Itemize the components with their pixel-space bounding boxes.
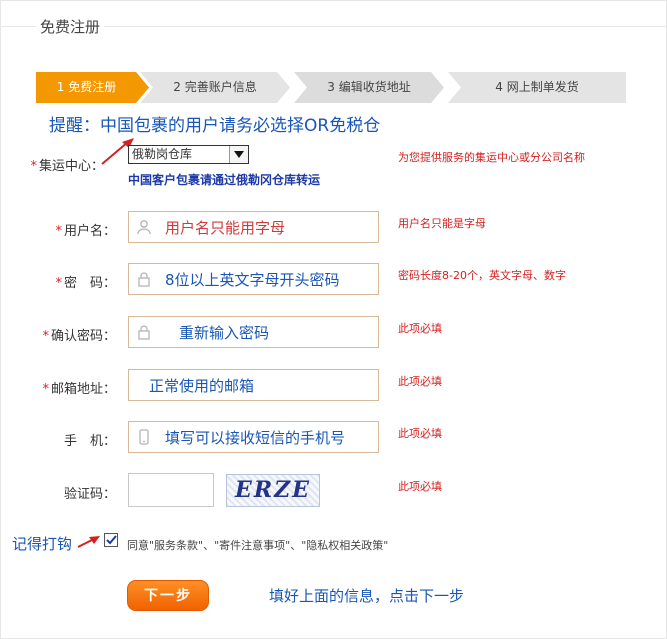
captcha-label: 验证码：: [63, 487, 116, 502]
step-1-register: 1 免费注册: [36, 72, 149, 103]
confirm-password-input[interactable]: 重新输入密码: [128, 316, 379, 348]
username-hint: 用户名只能是字母: [398, 217, 486, 230]
email-label: * 邮箱地址：: [42, 382, 116, 397]
lock-icon: [135, 323, 153, 341]
password-label: * 密 码：: [55, 276, 116, 291]
agree-checkbox[interactable]: [104, 533, 118, 547]
red-arrow-icon: [77, 536, 100, 548]
captcha-hint: 此项必填: [398, 480, 442, 493]
email-input[interactable]: 正常使用的邮箱: [128, 369, 379, 401]
email-hint: 此项必填: [398, 375, 442, 388]
password-input[interactable]: 8位以上英文字母开头密码: [128, 263, 379, 295]
captcha-image[interactable]: ERZE: [226, 474, 320, 507]
page-title: 免费注册: [36, 16, 105, 37]
username-input[interactable]: 用户名只能用字母: [128, 211, 379, 243]
step-2-account-info: 2 完善账户信息: [140, 72, 290, 103]
step-progress-bar: 1 免费注册 2 完善账户信息 3 编辑收货地址 4 网上制单发货: [36, 72, 626, 103]
center-hint: 为您提供服务的集运中心或分公司名称: [398, 151, 585, 164]
captcha-input[interactable]: [128, 473, 214, 507]
step-4-create-shipment: 4 网上制单发货: [448, 72, 626, 103]
agree-terms-text: 同意"服务条款"、"寄件注意事项"、"隐私权相关政策": [127, 539, 389, 552]
user-icon: [135, 218, 153, 236]
phone-label: 手 机：: [63, 434, 116, 449]
center-select[interactable]: 俄勒岗仓库: [128, 145, 249, 164]
confirm-password-hint: 此项必填: [398, 322, 442, 335]
chevron-down-icon: [229, 146, 248, 163]
lock-icon: [135, 270, 153, 288]
step-3-shipping-address: 3 编辑收货地址: [294, 72, 444, 103]
confirm-password-label: * 确认密码：: [42, 329, 116, 344]
phone-input[interactable]: 填写可以接收短信的手机号: [128, 421, 379, 453]
phone-icon: [135, 428, 153, 446]
password-hint: 密码长度8-20个，英文字母、数字: [398, 269, 566, 282]
username-label: * 用户名：: [55, 224, 116, 239]
center-label: * 集运中心：: [30, 159, 104, 174]
remember-check-annotation: 记得打钩: [12, 535, 73, 553]
center-note: 中国客户包裹请通过俄勒冈仓库转运: [128, 173, 321, 187]
reminder-annotation: 提醒：中国包裹的用户请务必选择OR免税仓: [49, 116, 381, 136]
bottom-annotation: 填好上面的信息，点击下一步: [269, 587, 465, 605]
phone-hint: 此项必填: [398, 427, 442, 440]
checkmark-icon: [105, 535, 117, 545]
next-step-button[interactable]: 下一步: [127, 580, 209, 611]
